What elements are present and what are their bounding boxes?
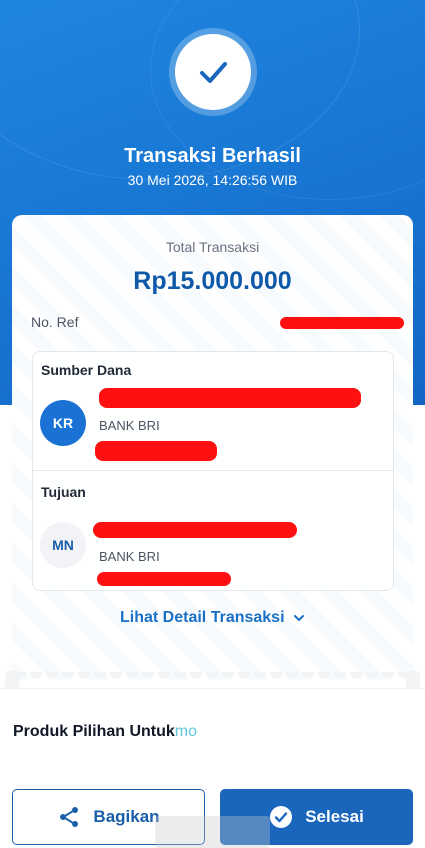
detail-link-label: Lihat Detail Transaksi bbox=[120, 609, 285, 626]
detail-transaction-link[interactable]: Lihat Detail Transaksi bbox=[12, 609, 413, 627]
check-circle-icon bbox=[270, 806, 293, 828]
total-amount: Rp15.000.000 bbox=[133, 267, 292, 295]
promo-title-text: Produk Pilihan Untuk bbox=[13, 723, 175, 740]
destination-account-redaction bbox=[97, 572, 231, 586]
page-title: Transaksi Berhasil bbox=[124, 145, 301, 167]
destination-name-redaction bbox=[93, 522, 297, 538]
done-label: Selesai bbox=[305, 807, 364, 826]
promo-brand: mo bbox=[174, 723, 198, 740]
receipt-card: Total Transaksi Rp15.000.000 No. Ref Sum… bbox=[5, 215, 420, 698]
success-badge bbox=[175, 34, 251, 110]
share-label: Bagikan bbox=[93, 807, 160, 826]
source-title: Sumber Dana bbox=[41, 362, 132, 378]
promo-section: Produk Pilihan Untukmo bbox=[0, 688, 425, 768]
footer-bar: Bagikan Selesai bbox=[0, 770, 425, 848]
party-divider bbox=[33, 470, 393, 471]
total-label: Total Transaksi bbox=[165, 239, 260, 255]
destination-title: Tujuan bbox=[41, 484, 86, 500]
transaction-datetime: 30 Mei 2026, 14:26:56 WIB bbox=[127, 172, 298, 188]
destination-avatar: MN bbox=[40, 522, 86, 568]
check-icon bbox=[200, 62, 227, 83]
ref-redaction bbox=[280, 317, 404, 329]
share-icon bbox=[60, 807, 79, 827]
source-name-redaction bbox=[99, 388, 361, 408]
promo-title: Produk Pilihan Untukmo bbox=[13, 723, 197, 741]
source-avatar: KR bbox=[40, 400, 86, 446]
source-account-redaction bbox=[95, 441, 217, 461]
card-scallop-edge bbox=[12, 672, 413, 688]
ref-label: No. Ref bbox=[31, 314, 79, 330]
destination-bank: BANK BRI bbox=[99, 549, 160, 564]
party-box: Sumber Dana KR BANK BRI Tujuan MN BANK B… bbox=[32, 351, 394, 591]
chevron-down-icon bbox=[293, 614, 304, 621]
source-bank: BANK BRI bbox=[99, 418, 160, 433]
gesture-bar bbox=[155, 816, 270, 848]
